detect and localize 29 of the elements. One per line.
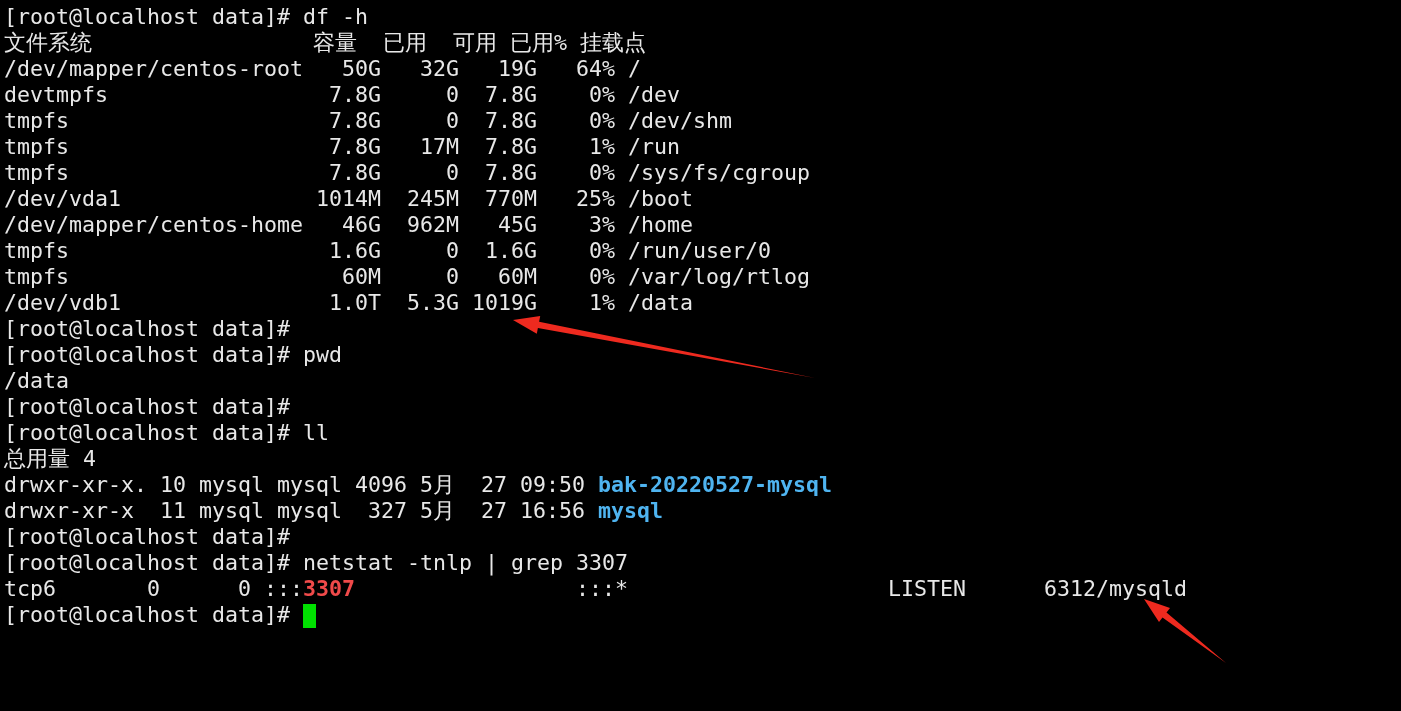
terminal-line: 文件系统 容量 已用 可用 已用% 挂载点 <box>4 30 646 55</box>
terminal-line: tmpfs 7.8G 17M 7.8G 1% /run <box>4 134 681 159</box>
terminal-line: tmpfs 1.6G 0 1.6G 0% /run/user/0 <box>4 238 772 263</box>
terminal-line: /data <box>4 368 69 393</box>
text-cursor <box>303 604 316 628</box>
terminal-line: 总用量 4 <box>4 446 96 471</box>
terminal-line: tmpfs 7.8G 0 7.8G 0% /dev/shm <box>4 108 733 133</box>
terminal-line: tmpfs 7.8G 0 7.8G 0% /sys/fs/cgroup <box>4 160 811 185</box>
terminal-line: tmpfs 60M 0 60M 0% /var/log/rtlog <box>4 264 811 289</box>
matched-port: 3307 <box>303 576 356 601</box>
terminal-line: [root@localhost data]# ll <box>4 420 329 445</box>
terminal-line: [root@localhost data]# pwd <box>4 342 342 367</box>
terminal-line: tcp6 0 0 ::: <box>4 576 303 601</box>
terminal-line: /dev/mapper/centos-root 50G 32G 19G 64% / <box>4 56 642 81</box>
terminal-line: /dev/vdb1 1.0T 5.3G 1019G 1% /data <box>4 290 694 315</box>
terminal-line: [root@localhost data]# <box>4 394 290 419</box>
terminal-line: [root@localhost data]# netstat -tnlp | grep 3307 <box>4 550 629 575</box>
directory-name: bak-20220527-mysql <box>598 472 833 497</box>
terminal-line: drwxr-xr-x. 10 mysql mysql 4096 5月 27 09:50 <box>4 472 587 497</box>
terminal-line: [root@localhost data]# <box>4 316 290 341</box>
terminal-line: drwxr-xr-x 11 mysql mysql 327 5月 27 16:56 <box>4 498 587 523</box>
terminal-line: :::* LISTEN 6312/mysqld <box>575 576 1188 601</box>
terminal-line: [root@localhost data]# <box>4 524 290 549</box>
terminal-line: devtmpfs 7.8G 0 7.8G 0% /dev <box>4 82 681 107</box>
terminal-line: [root@localhost data]# <box>4 602 291 627</box>
terminal-line: [root@localhost data]# df -h <box>4 4 368 29</box>
directory-name: mysql <box>598 498 664 523</box>
terminal-line: /dev/mapper/centos-home 46G 962M 45G 3% /home <box>4 212 694 237</box>
terminal-line: /dev/vda1 1014M 245M 770M 25% /boot <box>4 186 694 211</box>
